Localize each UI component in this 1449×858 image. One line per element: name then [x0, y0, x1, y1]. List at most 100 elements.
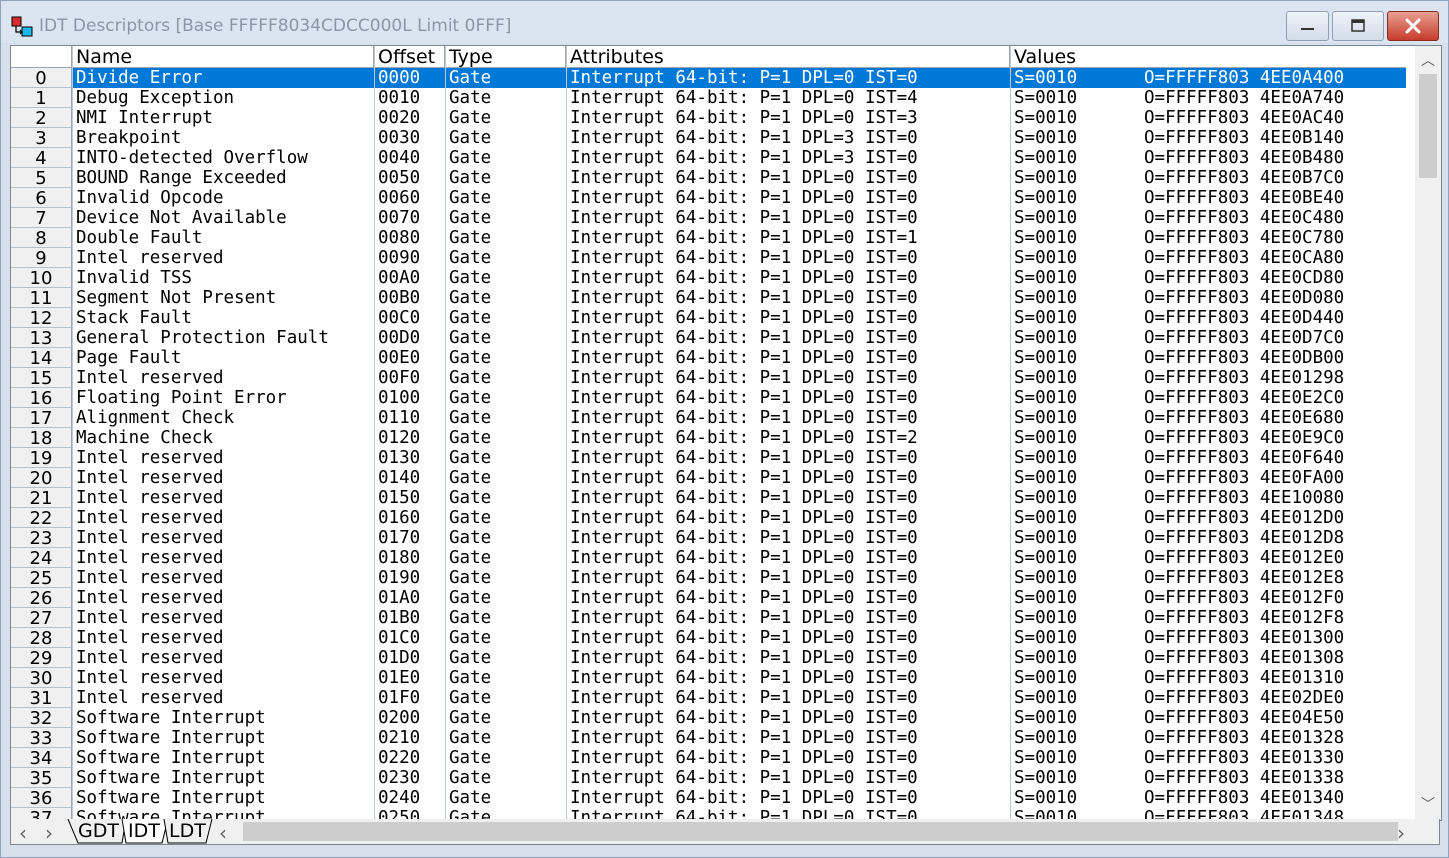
table-row[interactable]: 4 INTO-detected Overflow 0040 Gate Interrupt… [11, 148, 1406, 169]
header-attributes[interactable]: Attributes [566, 46, 1010, 67]
table-row[interactable]: 6 Invalid Opcode 0060 Gate Interrupt 64-bit:… [11, 188, 1406, 209]
header-offset[interactable]: Offset [374, 46, 445, 67]
table-row[interactable]: 9 Intel reserved 0090 Gate Interrupt 64-bit:… [11, 248, 1406, 269]
vertical-scrollbar[interactable]: ︿ ﹀ [1415, 46, 1441, 820]
title-bar[interactable]: IDT Descriptors [Base FFFFF8034CDCC000L … [1, 1, 1448, 43]
row-index[interactable]: 4 [11, 148, 72, 169]
table-row[interactable]: 5 BOUND Range Exceeded 0050 Gate Interrupt 6… [11, 168, 1406, 189]
row-index[interactable]: 14 [11, 348, 72, 369]
row-index[interactable]: 36 [11, 788, 72, 809]
row-index[interactable]: 9 [11, 248, 72, 269]
row-index[interactable]: 34 [11, 748, 72, 769]
table-row[interactable]: 17 Alignment Check 0110 Gate Interrupt 64-bi… [11, 408, 1406, 429]
tab-scroll-left-icon[interactable]: ‹ [19, 821, 27, 845]
row-index[interactable]: 28 [11, 628, 72, 649]
tab-scroll-right-icon[interactable]: › [45, 821, 53, 845]
tab-gdt[interactable]: GDT [74, 819, 123, 843]
row-index[interactable]: 26 [11, 588, 72, 609]
row-index[interactable]: 2 [11, 108, 72, 129]
table-row[interactable]: 10 Invalid TSS 00A0 Gate Interrupt 64-bit: P… [11, 268, 1406, 289]
row-index[interactable]: 31 [11, 688, 72, 709]
table-row[interactable]: 8 Double Fault 0080 Gate Interrupt 64-bit: P… [11, 228, 1406, 249]
row-index[interactable]: 35 [11, 768, 72, 789]
header-values[interactable]: Values [1010, 46, 1406, 67]
hscroll-right-icon[interactable]: › [1397, 821, 1405, 845]
tab-idt[interactable]: IDT [124, 819, 164, 843]
table-row[interactable]: 32 Software Interrupt 0200 Gate Interrupt 64… [11, 708, 1406, 729]
table-row[interactable]: 33 Software Interrupt 0210 Gate Interrupt 64… [11, 728, 1406, 749]
table-row[interactable]: 12 Stack Fault 00C0 Gate Interrupt 64-bit: P… [11, 308, 1406, 329]
table-row[interactable]: 28 Intel reserved 01C0 Gate Interrupt 64-bit… [11, 628, 1406, 649]
table-row[interactable]: 34 Software Interrupt 0220 Gate Interrupt 64… [11, 748, 1406, 769]
hscroll-left-icon[interactable]: ‹ [219, 821, 227, 845]
cell-selector: S=0010 [1014, 148, 1078, 168]
row-index[interactable]: 19 [11, 448, 72, 469]
row-index[interactable]: 32 [11, 708, 72, 729]
table-row[interactable]: 1 Debug Exception 0010 Gate Interrupt 64-bit… [11, 88, 1406, 109]
row-index[interactable]: 11 [11, 288, 72, 309]
row-index[interactable]: 17 [11, 408, 72, 429]
table-row[interactable]: 22 Intel reserved 0160 Gate Interrupt 64-bit… [11, 508, 1406, 529]
table-row[interactable]: 23 Intel reserved 0170 Gate Interrupt 64-bit… [11, 528, 1406, 549]
row-index[interactable]: 16 [11, 388, 72, 409]
row-index[interactable]: 25 [11, 568, 72, 589]
row-index[interactable]: 24 [11, 548, 72, 569]
row-index[interactable]: 12 [11, 308, 72, 329]
row-index[interactable]: 8 [11, 228, 72, 249]
row-index[interactable]: 20 [11, 468, 72, 489]
scroll-down-icon[interactable]: ﹀ [1421, 794, 1435, 814]
cell-name: Software Interrupt [76, 768, 266, 788]
row-index[interactable]: 3 [11, 128, 72, 149]
table-row[interactable]: 15 Intel reserved 00F0 Gate Interrupt 64-bit… [11, 368, 1406, 389]
table-row[interactable]: 0 Divide Error 0000 Gate Interrupt 64-bit: P… [11, 68, 1406, 89]
row-index[interactable]: 22 [11, 508, 72, 529]
tab-ldt[interactable]: LDT [165, 819, 210, 843]
cell-offset-address: O=FFFFF803 4EE0D080 [1144, 288, 1345, 308]
table-row[interactable]: 13 General Protection Fault 00D0 Gate Interr… [11, 328, 1406, 349]
table-row[interactable]: 11 Segment Not Present 00B0 Gate Interrupt 6… [11, 288, 1406, 309]
table-row[interactable]: 18 Machine Check 0120 Gate Interrupt 64-bit:… [11, 428, 1406, 449]
row-index[interactable]: 6 [11, 188, 72, 209]
table-row[interactable]: 27 Intel reserved 01B0 Gate Interrupt 64-bit… [11, 608, 1406, 629]
row-index[interactable]: 30 [11, 668, 72, 689]
row-index[interactable]: 15 [11, 368, 72, 389]
header-index[interactable] [11, 46, 72, 67]
close-button[interactable] [1387, 11, 1439, 41]
table-row[interactable]: 14 Page Fault 00E0 Gate Interrupt 64-bit: P=… [11, 348, 1406, 369]
row-index[interactable]: 1 [11, 88, 72, 109]
row-index[interactable]: 18 [11, 428, 72, 449]
table-row[interactable]: 24 Intel reserved 0180 Gate Interrupt 64-bit… [11, 548, 1406, 569]
horizontal-scroll-thumb[interactable] [243, 822, 1398, 841]
header-name[interactable]: Name [72, 46, 374, 67]
row-index[interactable]: 0 [11, 68, 72, 89]
table-row[interactable]: 16 Floating Point Error 0100 Gate Interrupt … [11, 388, 1406, 409]
row-index[interactable]: 7 [11, 208, 72, 229]
row-index[interactable]: 21 [11, 488, 72, 509]
table-row[interactable]: 29 Intel reserved 01D0 Gate Interrupt 64-bit… [11, 648, 1406, 669]
table-row[interactable]: 20 Intel reserved 0140 Gate Interrupt 64-bit… [11, 468, 1406, 489]
maximize-button[interactable] [1332, 11, 1384, 41]
row-index[interactable]: 27 [11, 608, 72, 629]
row-index[interactable]: 5 [11, 168, 72, 189]
idt-table[interactable]: Name Offset Type Attributes Values 0 Divi… [10, 45, 1442, 821]
scroll-up-icon[interactable]: ︿ [1421, 50, 1435, 70]
table-row[interactable]: 2 NMI Interrupt 0020 Gate Interrupt 64-bit: … [11, 108, 1406, 129]
table-row[interactable]: 26 Intel reserved 01A0 Gate Interrupt 64-bit… [11, 588, 1406, 609]
table-row[interactable]: 25 Intel reserved 0190 Gate Interrupt 64-bit… [11, 568, 1406, 589]
table-row[interactable]: 31 Intel reserved 01F0 Gate Interrupt 64-bit… [11, 688, 1406, 709]
table-row[interactable]: 36 Software Interrupt 0240 Gate Interrupt 64… [11, 788, 1406, 809]
table-row[interactable]: 3 Breakpoint 0030 Gate Interrupt 64-bit: P=1… [11, 128, 1406, 149]
row-index[interactable]: 33 [11, 728, 72, 749]
row-index[interactable]: 23 [11, 528, 72, 549]
table-row[interactable]: 21 Intel reserved 0150 Gate Interrupt 64-bit… [11, 488, 1406, 509]
vertical-scroll-thumb[interactable] [1419, 74, 1437, 178]
row-index[interactable]: 29 [11, 648, 72, 669]
table-row[interactable]: 35 Software Interrupt 0230 Gate Interrupt 64… [11, 768, 1406, 789]
row-index[interactable]: 13 [11, 328, 72, 349]
table-row[interactable]: 19 Intel reserved 0130 Gate Interrupt 64-bit… [11, 448, 1406, 469]
row-index[interactable]: 10 [11, 268, 72, 289]
minimize-button[interactable] [1286, 11, 1329, 41]
header-type[interactable]: Type [445, 46, 566, 67]
table-row[interactable]: 7 Device Not Available 0070 Gate Interrupt 6… [11, 208, 1406, 229]
table-row[interactable]: 30 Intel reserved 01E0 Gate Interrupt 64-bit… [11, 668, 1406, 689]
